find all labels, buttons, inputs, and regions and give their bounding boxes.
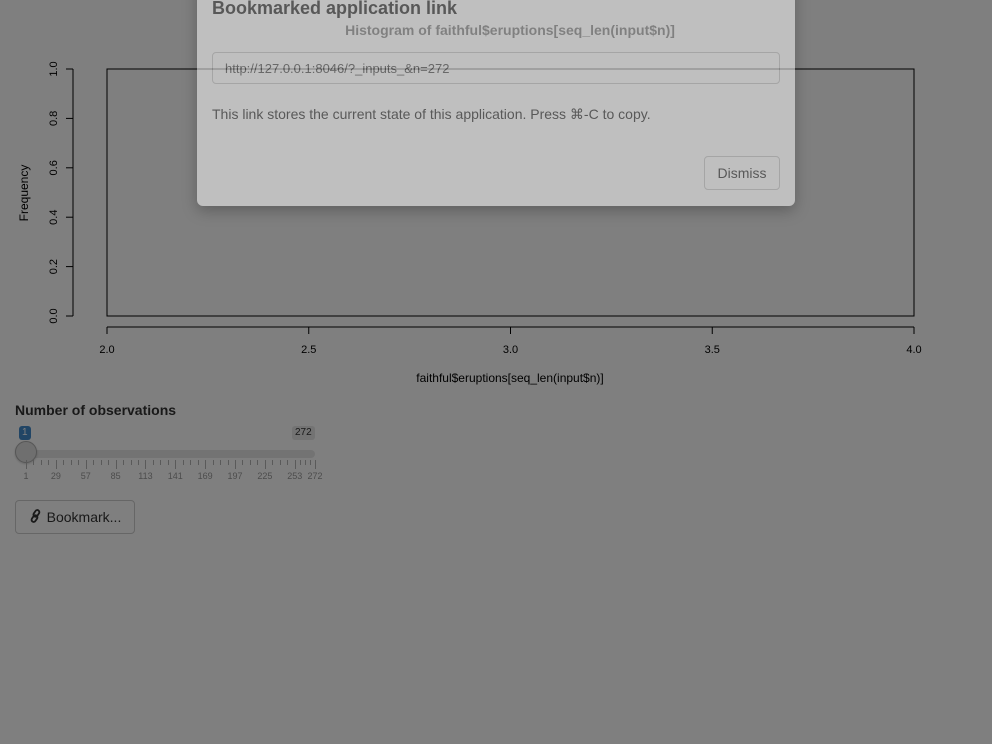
dismiss-button[interactable]: Dismiss <box>704 156 780 190</box>
bookmark-url-input[interactable] <box>212 52 780 84</box>
modal-help-text: This link stores the current state of th… <box>212 106 651 122</box>
modal-title: Bookmarked application link <box>212 0 458 18</box>
bookmark-modal: Bookmarked application link This link st… <box>197 0 795 206</box>
